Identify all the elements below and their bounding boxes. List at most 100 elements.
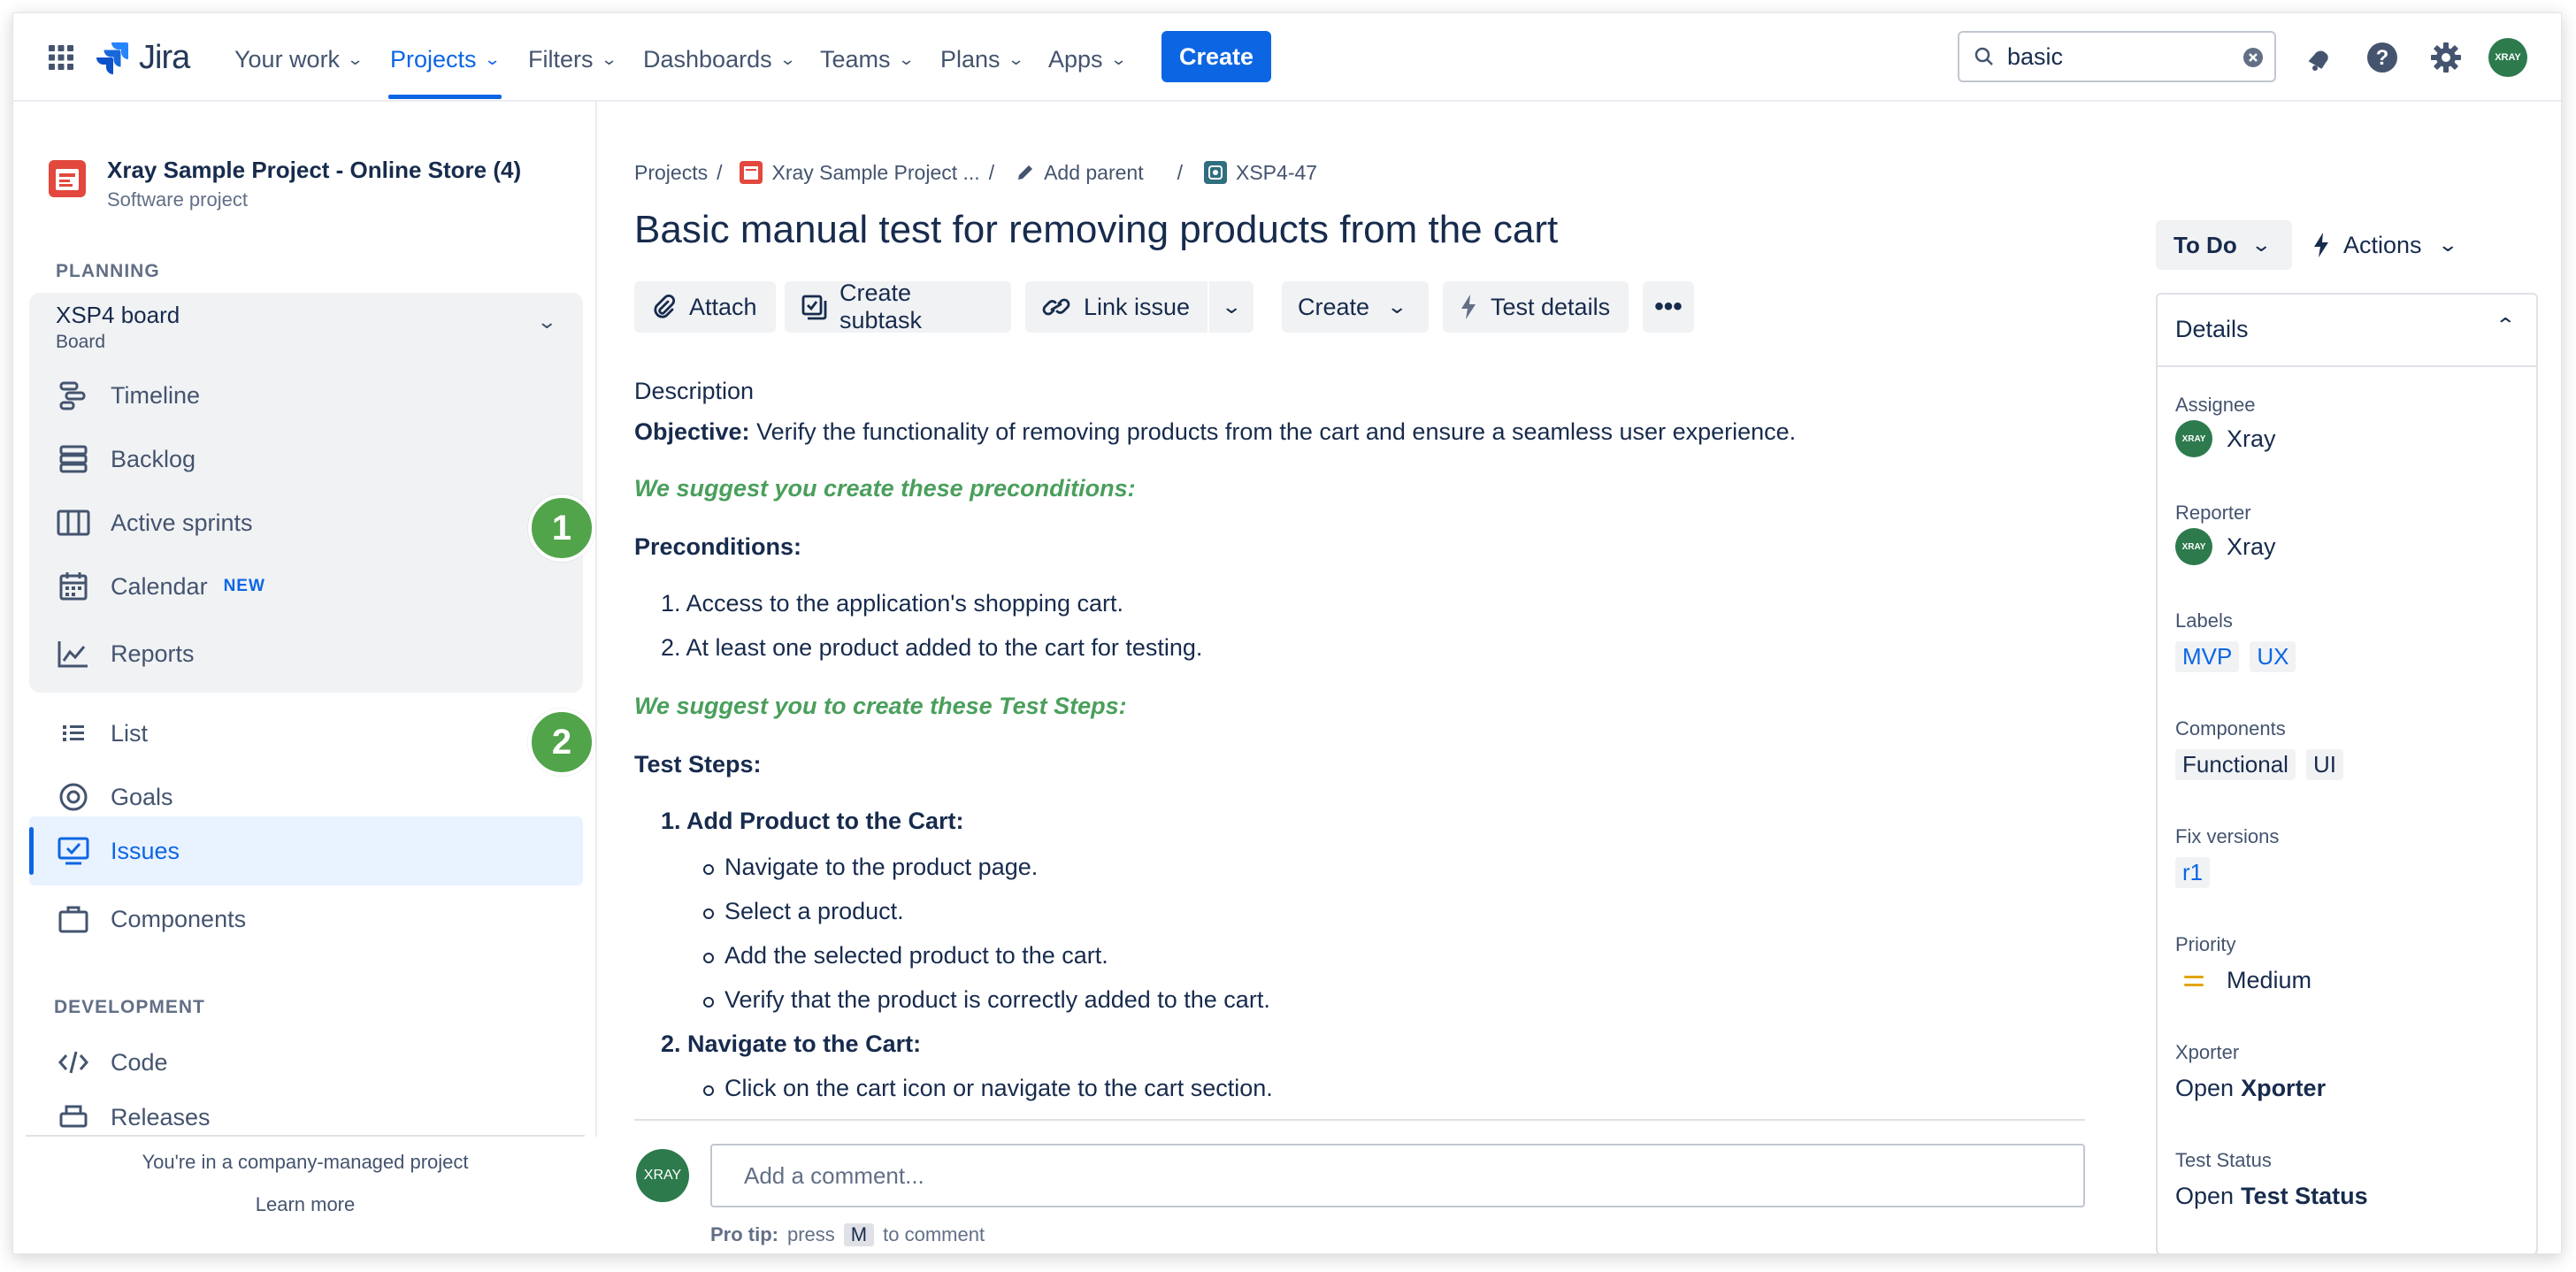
- attach-button[interactable]: Attach: [634, 281, 776, 333]
- sidebar-item-releases[interactable]: Releases: [56, 1100, 211, 1135]
- link-issue-dropdown[interactable]: ⌄: [1209, 281, 1254, 333]
- project-avatar-icon: [49, 160, 86, 197]
- button-label: Attach: [689, 293, 757, 320]
- nav-dashboards[interactable]: Dashboards ⌄: [643, 42, 796, 77]
- create-button[interactable]: Create: [1162, 31, 1271, 82]
- jira-logo[interactable]: Jira: [95, 34, 190, 80]
- search-input[interactable]: basic: [1958, 31, 2276, 82]
- bullet-icon: [703, 864, 714, 875]
- issue-title[interactable]: Basic manual test for removing products …: [634, 208, 1558, 252]
- breadcrumb-project[interactable]: Xray Sample Project ...: [771, 161, 979, 185]
- components-field[interactable]: Functional UI: [2175, 749, 2343, 780]
- test-details-button[interactable]: Test details: [1443, 281, 1629, 333]
- learn-more-link[interactable]: Learn more: [13, 1193, 597, 1216]
- sidebar-item-goals[interactable]: Goals: [56, 770, 173, 824]
- link-issue-button[interactable]: Link issue: [1025, 281, 1208, 333]
- board-sub: Board: [56, 332, 106, 352]
- sidebar-item-calendar[interactable]: Calendar NEW: [56, 560, 265, 613]
- sidebar-item-components[interactable]: Components: [56, 893, 246, 946]
- breadcrumb-projects[interactable]: Projects: [634, 161, 708, 185]
- fix-versions-field[interactable]: r1: [2175, 857, 2211, 888]
- objective-label: Objective:: [634, 418, 750, 445]
- status-dropdown[interactable]: To Do ⌄: [2156, 220, 2292, 270]
- add-parent-link[interactable]: Add parent: [1044, 161, 1144, 185]
- nav-apps[interactable]: Apps ⌄: [1048, 42, 1127, 77]
- settings-icon[interactable]: [2426, 38, 2465, 77]
- notifications-icon[interactable]: [2299, 40, 2338, 79]
- sidebar-item-backlog[interactable]: Backlog: [56, 433, 196, 486]
- label-tag[interactable]: UX: [2250, 641, 2296, 672]
- pro-tip-text: to comment: [883, 1223, 985, 1245]
- project-name[interactable]: Xray Sample Project - Online Store (4): [107, 157, 521, 184]
- actions-dropdown[interactable]: Actions ⌄: [2312, 220, 2458, 270]
- steps-heading: Test Steps:: [634, 751, 762, 778]
- priority-value: Medium: [2227, 967, 2312, 993]
- chevron-up-icon: ⌄: [2494, 313, 2516, 335]
- sidebar-item-code[interactable]: Code: [56, 1036, 168, 1089]
- nav-your-work[interactable]: Your work ⌄: [234, 42, 364, 77]
- create-subtask-button[interactable]: Create subtask: [785, 280, 1011, 333]
- create-dropdown-button[interactable]: Create ⌄: [1282, 281, 1429, 333]
- calendar-icon: [56, 569, 91, 604]
- sidebar-item-label: Backlog: [111, 445, 196, 472]
- objective-line: Objective: Verify the functionality of r…: [634, 418, 1796, 446]
- objective-text: Verify the functionality of removing pro…: [756, 418, 1797, 445]
- brand-name: Jira: [139, 38, 190, 76]
- jira-logo-icon: [96, 42, 128, 74]
- labels-field[interactable]: MVP UX: [2175, 641, 2296, 672]
- priority-field[interactable]: Medium: [2175, 967, 2312, 994]
- app-switcher-icon[interactable]: [43, 40, 79, 75]
- bullet-icon: [703, 953, 714, 963]
- sidebar-item-label: List: [111, 719, 149, 747]
- precondition-text: Access to the application's shopping car…: [686, 590, 1123, 617]
- search-icon: [1974, 46, 1995, 67]
- svg-text:?: ?: [2376, 46, 2389, 70]
- sprints-icon: [56, 505, 91, 540]
- sidebar-item-timeline[interactable]: Timeline: [56, 369, 200, 422]
- sidebar-item-label: Active sprints: [111, 509, 253, 536]
- chevron-down-icon: ⌄: [897, 50, 915, 68]
- sidebar-item-label: Timeline: [111, 381, 201, 409]
- details-header[interactable]: Details ⌄: [2156, 293, 2538, 367]
- list-icon: [56, 716, 91, 751]
- sidebar-item-active-sprints[interactable]: Active sprints: [56, 496, 253, 549]
- component-tag[interactable]: Functional: [2175, 749, 2296, 780]
- nav-teams[interactable]: Teams ⌄: [820, 42, 915, 77]
- test-status-open: Open: [2175, 1183, 2235, 1209]
- precondition-item: 2. At least one product added to the car…: [661, 634, 1203, 661]
- sidebar-item-label: Reports: [111, 640, 195, 667]
- nav-label: Your work: [234, 45, 341, 73]
- board-name[interactable]: XSP4 board: [56, 302, 180, 329]
- help-icon[interactable]: ?: [2363, 38, 2402, 77]
- nav-label: Dashboards: [643, 45, 772, 73]
- xporter-name: Xporter: [2241, 1075, 2327, 1101]
- comment-input[interactable]: Add a comment...: [710, 1144, 2085, 1207]
- assignee-label: Assignee: [2175, 394, 2256, 416]
- test-status-link[interactable]: Open Test Status: [2175, 1183, 2368, 1210]
- breadcrumb-issue-key[interactable]: XSP4-47: [1236, 161, 1317, 185]
- reporter-label: Reporter: [2175, 502, 2251, 524]
- more-actions-button[interactable]: •••: [1643, 281, 1694, 333]
- clear-search-icon[interactable]: [2242, 47, 2264, 68]
- assignee-field[interactable]: XRAY Xray: [2175, 420, 2276, 457]
- issues-icon: [56, 833, 91, 869]
- version-tag[interactable]: r1: [2175, 857, 2211, 888]
- breadcrumb: Projects / Xray Sample Project ... / Add…: [634, 157, 1317, 188]
- sidebar-item-issues[interactable]: Issues: [56, 824, 180, 877]
- label-tag[interactable]: MVP: [2175, 641, 2240, 672]
- lightning-icon: [1459, 293, 1478, 321]
- user-avatar[interactable]: XRAY: [2488, 38, 2527, 77]
- reporter-field[interactable]: XRAY Xray: [2175, 528, 2276, 565]
- sidebar-item-reports[interactable]: Reports: [56, 627, 195, 680]
- component-tag[interactable]: UI: [2305, 749, 2343, 780]
- nav-projects[interactable]: Projects ⌄: [390, 42, 501, 77]
- nav-filters[interactable]: Filters ⌄: [528, 42, 617, 77]
- xporter-link[interactable]: Open Xporter: [2175, 1075, 2326, 1102]
- sidebar-item-list[interactable]: List: [56, 707, 148, 760]
- board-chevron-icon[interactable]: ⌄: [536, 310, 557, 333]
- nav-plans[interactable]: Plans ⌄: [940, 42, 1024, 77]
- test-issue-type-icon: [1204, 161, 1227, 184]
- button-label: Create: [1298, 293, 1370, 320]
- description-heading: Description: [634, 378, 755, 404]
- button-label: Link issue: [1084, 293, 1191, 320]
